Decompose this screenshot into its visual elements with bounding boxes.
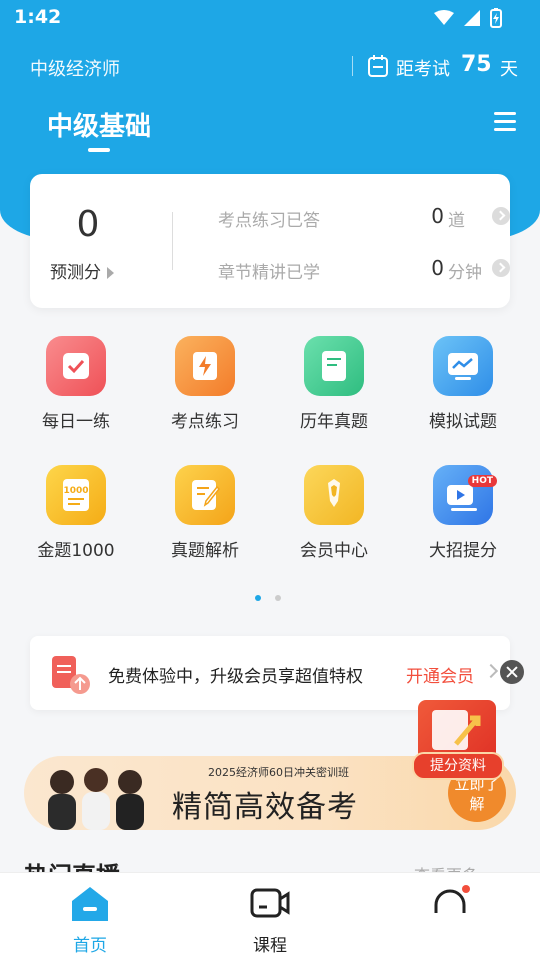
teacher-photos [48,768,144,830]
monitor-chart-icon [433,336,493,396]
grid-item-label: 历年真题 [300,412,368,432]
predicted-score-link[interactable]: 预测分 [50,258,114,283]
chevron-right-icon [492,207,510,225]
exam-name[interactable]: 中级经济师 [30,55,120,81]
calendar-check-icon [46,336,106,396]
grid-item-label: 考点练习 [171,412,239,432]
lecture-stat-value: 0 [431,256,444,280]
grid-item-score-boost[interactable]: HOT 大招提分 [403,465,523,561]
tab-label: 首页 [73,936,107,956]
tab-bar: 首页 课程 [0,872,540,961]
notebook-1000-icon: 1000 [46,465,106,525]
stats-card: 0 预测分 考点练习已答 0 道 章节精讲已学 0 分钟 [30,174,510,308]
grid-item-daily-practice[interactable]: 每日一练 [16,336,136,432]
menu-button[interactable] [494,112,516,132]
svg-text:1000: 1000 [63,486,88,496]
video-hot-icon: HOT [433,465,497,525]
open-membership-link[interactable]: 开通会员 [406,662,474,687]
crown-member-icon [304,465,364,525]
grid-item-key-points[interactable]: 考点练习 [145,336,265,432]
document-upgrade-icon [52,656,90,694]
promo-title: 精简高效备考 [172,790,358,825]
promo-subtitle: 2025经济师60日冲关密训班 [208,766,349,779]
document-arrow-icon [418,700,496,760]
subject-underline [88,148,110,152]
grid-item-gold-1000[interactable]: 1000 金题1000 [16,465,136,561]
grid-item-member-center[interactable]: 会员中心 [274,465,394,561]
floating-ad-label: 提分资料 [412,752,504,780]
divider [172,212,173,270]
practice-stat-unit: 道 [448,211,465,231]
headset-icon [434,885,470,913]
predicted-score-label: 预测分 [50,263,101,283]
subject-title[interactable]: 中级基础 [47,106,151,143]
home-icon [72,887,108,921]
status-icons [434,8,502,28]
lightning-card-icon [175,336,235,396]
edit-note-icon [175,465,235,525]
practice-stat-row[interactable]: 考点练习已答 0 道 [218,204,510,232]
practice-stat-value: 0 [431,204,444,228]
status-bar: 1:42 [0,0,540,36]
grid-item-label: 金题1000 [37,541,115,561]
grid-item-exam-analysis[interactable]: 真题解析 [145,465,265,561]
grid-item-label: 每日一练 [42,412,110,432]
wifi-icon [434,10,454,25]
divider [352,56,353,76]
grid-item-label: 模拟试题 [429,412,497,432]
countdown-unit: 天 [500,59,518,80]
close-banner-button[interactable] [500,660,524,684]
tab-home[interactable]: 首页 [40,873,140,961]
tab-messages[interactable] [400,873,500,961]
floating-ad[interactable]: 提分资料 [412,696,504,780]
exam-info-row: 中级经济师 距考试 75 天 [0,50,540,86]
grid-item-label: 真题解析 [171,541,239,561]
member-banner-text: 免费体验中，升级会员享超值特权 [108,667,363,687]
tab-courses[interactable]: 课程 [220,873,320,961]
hot-badge: HOT [467,475,497,487]
predicted-score-value: 0 [76,204,100,245]
video-camera-icon [250,888,290,918]
grid-item-label: 大招提分 [429,541,497,561]
countdown-days: 75 [461,52,492,77]
signal-icon [464,10,480,26]
triangle-right-icon [107,267,114,279]
lecture-stat-row[interactable]: 章节精讲已学 0 分钟 [218,256,510,284]
lecture-stat-label: 章节精讲已学 [218,263,320,283]
lecture-stat-unit: 分钟 [448,263,482,283]
status-time: 1:42 [14,6,62,28]
battery-icon [490,8,502,28]
grid-item-past-exams[interactable]: 历年真题 [274,336,394,432]
tab-label: 课程 [253,936,287,956]
calendar-icon [368,55,388,77]
document-leaf-icon [304,336,364,396]
chevron-right-icon [483,663,499,679]
chevron-right-icon [492,259,510,277]
page-dot-active [255,595,261,601]
countdown-label: 距考试 [396,59,450,80]
page-dot [275,595,281,601]
practice-stat-label: 考点练习已答 [218,211,320,231]
grid-item-label: 会员中心 [300,541,368,561]
page-indicator [255,595,281,601]
grid-item-mock-tests[interactable]: 模拟试题 [403,336,523,432]
